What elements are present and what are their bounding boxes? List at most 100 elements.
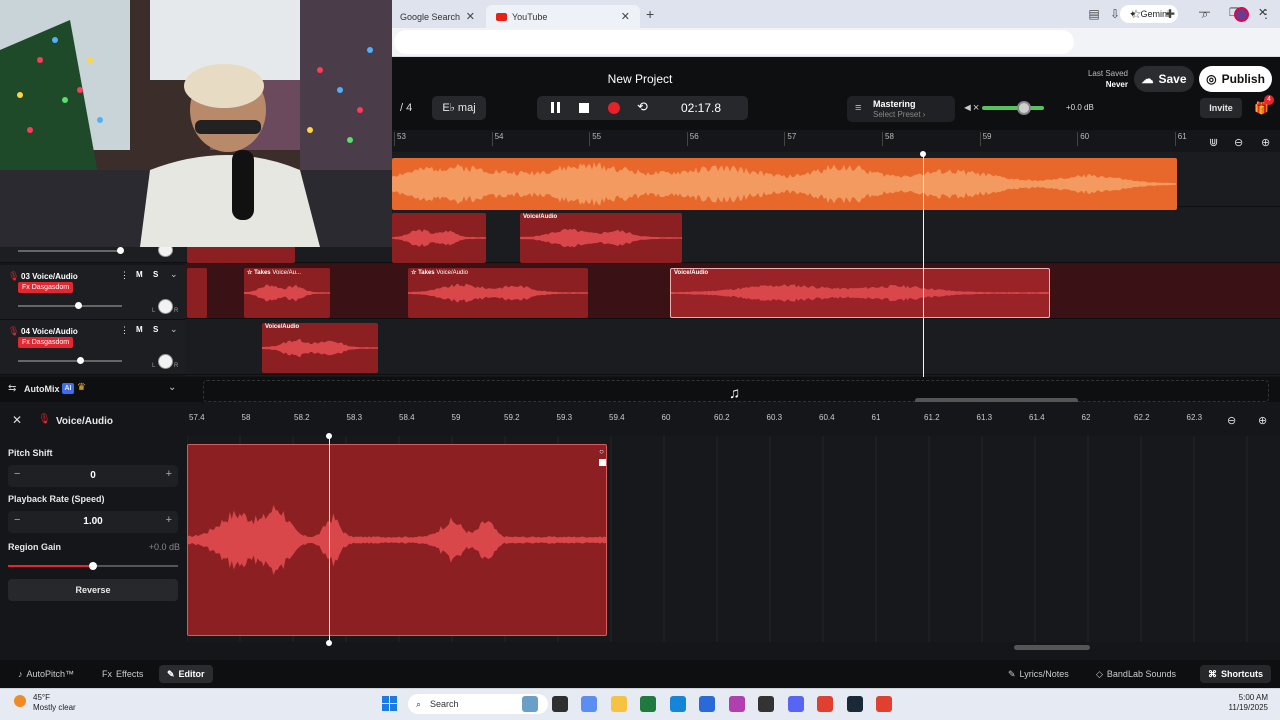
editor-tab[interactable]: ✎ Editor [159,665,213,683]
system-clock[interactable]: 5:00 AM 11/19/2025 [1200,693,1268,713]
instagram-icon[interactable] [728,696,745,712]
region[interactable]: Voice/Audio [262,323,378,373]
chrome-active-icon[interactable] [876,696,892,712]
davinci-icon[interactable] [758,696,774,712]
playhead-handle[interactable] [326,640,332,646]
region-gain-knob[interactable] [89,562,97,570]
mastering-preset-button[interactable]: ≡ Mastering Select Preset › [847,96,955,122]
folder-icon[interactable] [610,696,627,712]
chevron-down-icon[interactable]: ⌄ [170,269,178,280]
master-volume-knob[interactable] [1017,101,1031,115]
zoom-out-icon[interactable]: ⊖ [1227,414,1236,427]
region[interactable] [187,268,207,318]
chevron-down-icon[interactable]: ⌄ [168,382,176,393]
automix-label[interactable]: AutoMix [24,384,60,394]
close-icon[interactable]: ✕ [621,10,630,23]
pitch-shift-stepper[interactable]: − 0 + [8,465,178,487]
resize-handle[interactable] [599,459,606,466]
horizontal-scrollbar[interactable] [1014,645,1090,650]
effects-tab[interactable]: Fx Effects [94,665,151,683]
publish-button[interactable]: ◎ Publish [1199,66,1272,92]
discord-icon[interactable] [787,696,804,712]
weather-widget[interactable]: 45°F Mostly clear [33,693,76,713]
add-music-icon[interactable]: ♫ [729,385,740,402]
steam-icon[interactable] [846,696,863,712]
close-icon[interactable]: ✕ [466,10,475,23]
playhead[interactable] [923,152,924,402]
excel-icon[interactable] [640,696,656,712]
zoom-in-icon[interactable]: ⊕ [1261,136,1270,149]
magnet-snap-icon[interactable]: ⋓ [1209,136,1218,149]
windows-start-button[interactable] [382,696,398,712]
chevron-down-icon[interactable]: ⌄ [170,324,178,335]
mute-speaker-icon[interactable]: ◄× [962,102,979,114]
new-tab-button[interactable]: + [646,6,654,22]
shortcuts-button[interactable]: ⌘ Shortcuts [1200,665,1272,683]
track-name[interactable]: 03 Voice/Audio [21,272,78,281]
mute-button[interactable]: M [136,325,143,334]
tab-youtube[interactable]: YouTube ✕ [486,5,640,28]
loop-handle-icon[interactable]: ○ [599,447,604,456]
editor-playhead[interactable] [329,436,330,644]
tab-google-search[interactable]: Google Search ✕ [390,5,485,28]
editor-region[interactable]: ○ [187,444,607,636]
stop-button[interactable] [579,103,589,113]
volume-slider[interactable] [18,250,122,252]
volume-knob[interactable] [117,247,124,254]
track-menu-icon[interactable]: ⋮ [120,270,129,281]
region[interactable]: Voice/Audio [520,213,682,263]
bandlab-sounds-button[interactable]: ◇ BandLab Sounds [1088,665,1184,683]
task-view-icon[interactable] [551,696,568,712]
invite-button[interactable]: Invite [1200,98,1242,118]
copilot-icon[interactable] [581,696,597,712]
tab-search-icon[interactable]: ⌕ [1198,7,1212,21]
playback-rate-stepper[interactable]: − 1.00 + [8,511,178,533]
increment-button[interactable]: + [166,468,172,480]
pause-button[interactable] [549,101,563,115]
timeline-ruler[interactable] [392,130,1280,152]
playhead-handle[interactable] [920,151,926,157]
region-orange-vocals[interactable] [392,158,1177,210]
volume-knob[interactable] [77,357,85,364]
address-field[interactable] [394,30,1074,54]
region[interactable] [392,213,486,263]
extensions-icon[interactable]: ✚ [1163,7,1177,21]
profile-avatar[interactable] [1234,7,1249,22]
track-menu-icon[interactable]: ⋮ [120,325,129,336]
track-name[interactable]: 04 Voice/Audio [21,327,78,336]
pan-knob[interactable] [158,354,173,369]
loop-icon[interactable]: ⟲ [637,99,648,114]
chrome-icon[interactable] [817,696,833,712]
project-title[interactable]: New Project [600,72,680,86]
key-selector[interactable]: E♭ maj [432,96,486,120]
autopitch-tab[interactable]: ♪ AutoPitch™ [10,665,82,683]
install-app-icon[interactable]: ⇩ [1108,7,1122,21]
mute-button[interactable]: M [136,270,143,279]
zoom-in-icon[interactable]: ⊕ [1258,414,1267,427]
region[interactable]: ☆ Takes Voice/Audio [408,268,588,318]
master-volume-slider[interactable] [982,106,1044,110]
edge-icon[interactable] [669,696,686,712]
lyrics-notes-button[interactable]: ✎ Lyrics/Notes [1000,665,1077,683]
solo-button[interactable]: S [153,270,158,279]
increment-button[interactable]: + [166,514,172,526]
track-fx-badge[interactable]: Fx Dasgasdom [18,337,74,348]
playback-rate-value[interactable]: 1.00 [8,516,178,527]
volume-slider[interactable] [18,305,122,307]
pan-knob[interactable] [158,299,173,314]
volume-knob[interactable] [75,302,83,309]
reading-list-icon[interactable]: ▤ [1087,7,1101,21]
playhead-handle[interactable] [326,433,332,439]
file-explorer-icon[interactable] [522,696,538,712]
track-fx-badge[interactable]: Fx Dasgasdom [18,282,74,293]
more-menu-icon[interactable]: ⋮ [1259,7,1273,21]
save-button[interactable]: ☁ Save [1134,66,1194,92]
region[interactable]: ☆ Takes Voice/Au... [244,268,330,318]
solo-button[interactable]: S [153,325,158,334]
bookmark-star-icon[interactable]: ☆ [1129,7,1143,21]
pitch-shift-value[interactable]: 0 [8,470,178,481]
close-icon[interactable]: ✕ [12,413,22,427]
time-signature[interactable]: / 4 [392,96,422,120]
reverse-button[interactable]: Reverse [8,579,178,601]
record-button[interactable] [608,102,620,114]
